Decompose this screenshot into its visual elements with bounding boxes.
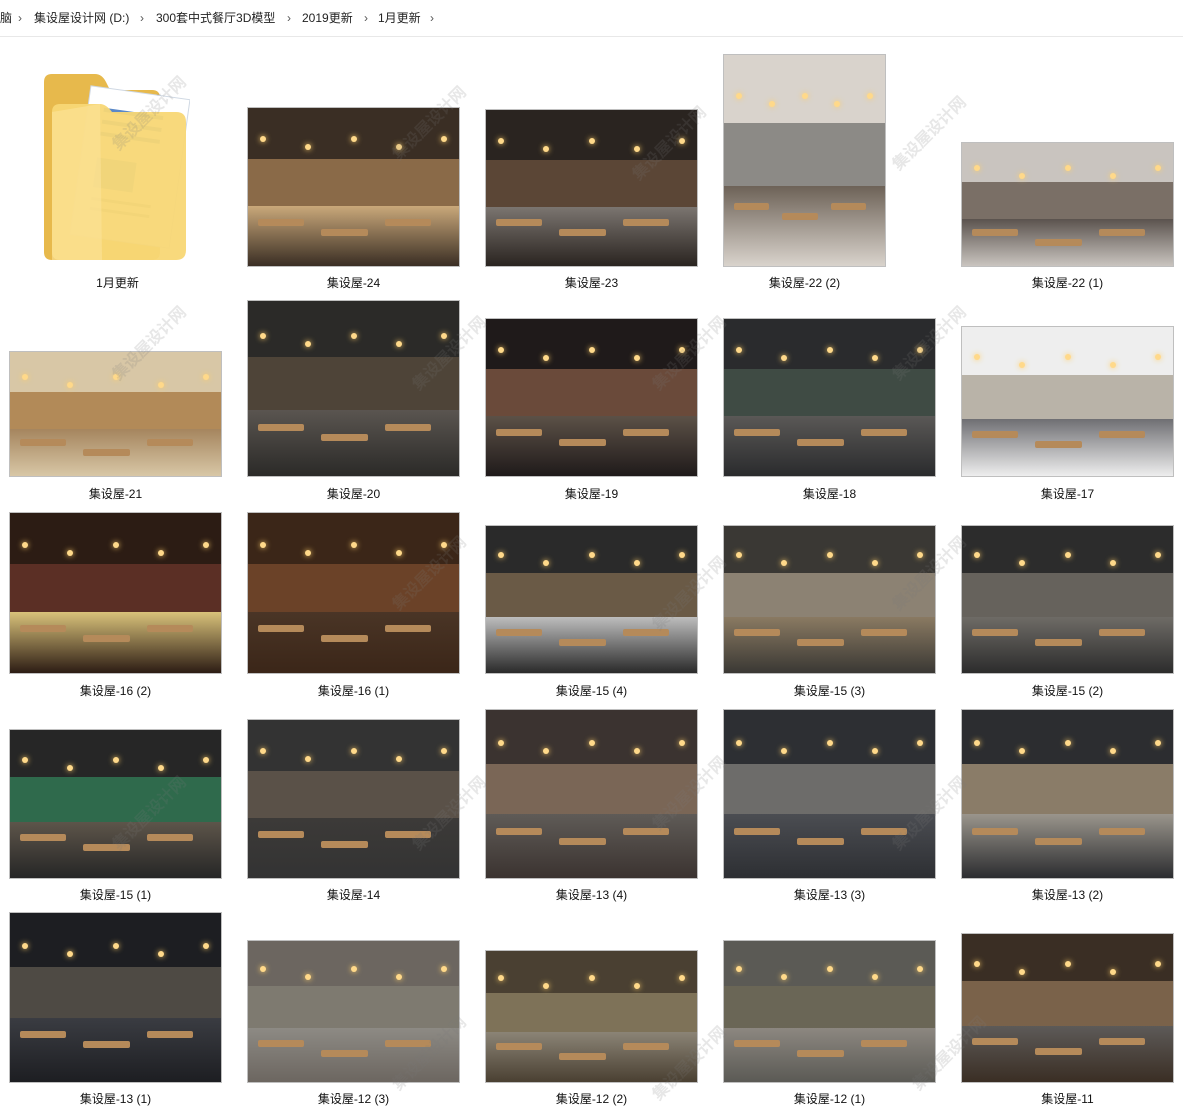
file-label: 集设屋-12 (2) bbox=[555, 1092, 628, 1106]
breadcrumb-item-drive[interactable]: 集设屋设计网 (D:) bbox=[34, 11, 129, 25]
file-thumbnail bbox=[248, 108, 459, 266]
breadcrumb: 脑 › 集设屋设计网 (D:) › 300套中式餐厅3D模型 › 2019更新 … bbox=[0, 0, 1183, 37]
file-thumbnail bbox=[724, 526, 935, 673]
folder-label: 1月更新 bbox=[96, 276, 139, 290]
chevron-right-icon[interactable]: › bbox=[364, 11, 368, 25]
file-label: 集设屋-22 (1) bbox=[1031, 276, 1104, 290]
file-thumbnail bbox=[724, 710, 935, 878]
file-thumbnail bbox=[962, 143, 1173, 266]
chevron-right-icon[interactable]: › bbox=[287, 11, 291, 25]
file-thumbnail bbox=[486, 951, 697, 1082]
file-label: 集设屋-13 (4) bbox=[555, 888, 628, 902]
file-thumbnail bbox=[962, 526, 1173, 673]
file-label: 集设屋-14 bbox=[326, 888, 381, 902]
file-label: 集设屋-24 bbox=[326, 276, 381, 290]
breadcrumb-item-pc[interactable]: 脑 bbox=[0, 11, 12, 25]
file-thumbnail bbox=[248, 513, 459, 673]
file-thumbnail bbox=[248, 720, 459, 878]
file-thumbnail bbox=[486, 710, 697, 878]
file-thumbnail bbox=[486, 110, 697, 266]
file-thumbnail bbox=[962, 327, 1173, 476]
file-label: 集设屋-15 (3) bbox=[793, 684, 866, 698]
breadcrumb-item-year[interactable]: 2019更新 bbox=[302, 11, 353, 25]
file-label: 集设屋-12 (3) bbox=[317, 1092, 390, 1106]
file-label: 集设屋-15 (2) bbox=[1031, 684, 1104, 698]
folder-icon bbox=[44, 74, 190, 260]
file-label: 集设屋-12 (1) bbox=[793, 1092, 866, 1106]
file-thumbnail bbox=[10, 730, 221, 878]
file-thumbnail bbox=[10, 352, 221, 476]
file-label: 集设屋-19 bbox=[564, 487, 619, 501]
file-label: 集设屋-17 bbox=[1040, 487, 1095, 501]
file-thumbnail bbox=[10, 513, 221, 673]
file-thumbnail bbox=[248, 301, 459, 476]
breadcrumb-item-folder[interactable]: 300套中式餐厅3D模型 bbox=[156, 11, 275, 25]
file-label: 集设屋-13 (3) bbox=[793, 888, 866, 902]
file-label: 集设屋-16 (1) bbox=[317, 684, 390, 698]
file-thumbnail bbox=[248, 941, 459, 1082]
file-label: 集设屋-15 (4) bbox=[555, 684, 628, 698]
file-thumbnail bbox=[724, 941, 935, 1082]
chevron-right-icon[interactable]: › bbox=[140, 11, 144, 25]
file-label: 集设屋-11 bbox=[1041, 1092, 1094, 1106]
file-label: 集设屋-20 bbox=[326, 487, 381, 501]
file-label: 集设屋-22 (2) bbox=[768, 276, 841, 290]
file-thumbnail bbox=[10, 913, 221, 1082]
file-thumbnail bbox=[486, 526, 697, 673]
file-thumbnail bbox=[962, 934, 1173, 1082]
watermark-text: 集设屋设计网 bbox=[889, 93, 970, 174]
file-label: 集设屋-18 bbox=[802, 487, 857, 501]
file-label: 集设屋-21 bbox=[88, 487, 143, 501]
breadcrumb-item-current[interactable]: 1月更新 bbox=[378, 11, 421, 25]
file-label: 集设屋-13 (1) bbox=[79, 1092, 152, 1106]
file-label: 集设屋-13 (2) bbox=[1031, 888, 1104, 902]
folder-item[interactable]: 1月更新 bbox=[0, 40, 235, 300]
file-thumbnail bbox=[962, 710, 1173, 878]
file-thumbnail bbox=[724, 319, 935, 476]
file-thumbnail bbox=[486, 319, 697, 476]
file-label: 集设屋-23 bbox=[564, 276, 619, 290]
file-label: 集设屋-16 (2) bbox=[79, 684, 152, 698]
file-thumbnail bbox=[724, 55, 885, 266]
file-label: 集设屋-15 (1) bbox=[79, 888, 152, 902]
chevron-right-icon[interactable]: › bbox=[430, 11, 434, 25]
chevron-right-icon[interactable]: › bbox=[18, 11, 22, 25]
